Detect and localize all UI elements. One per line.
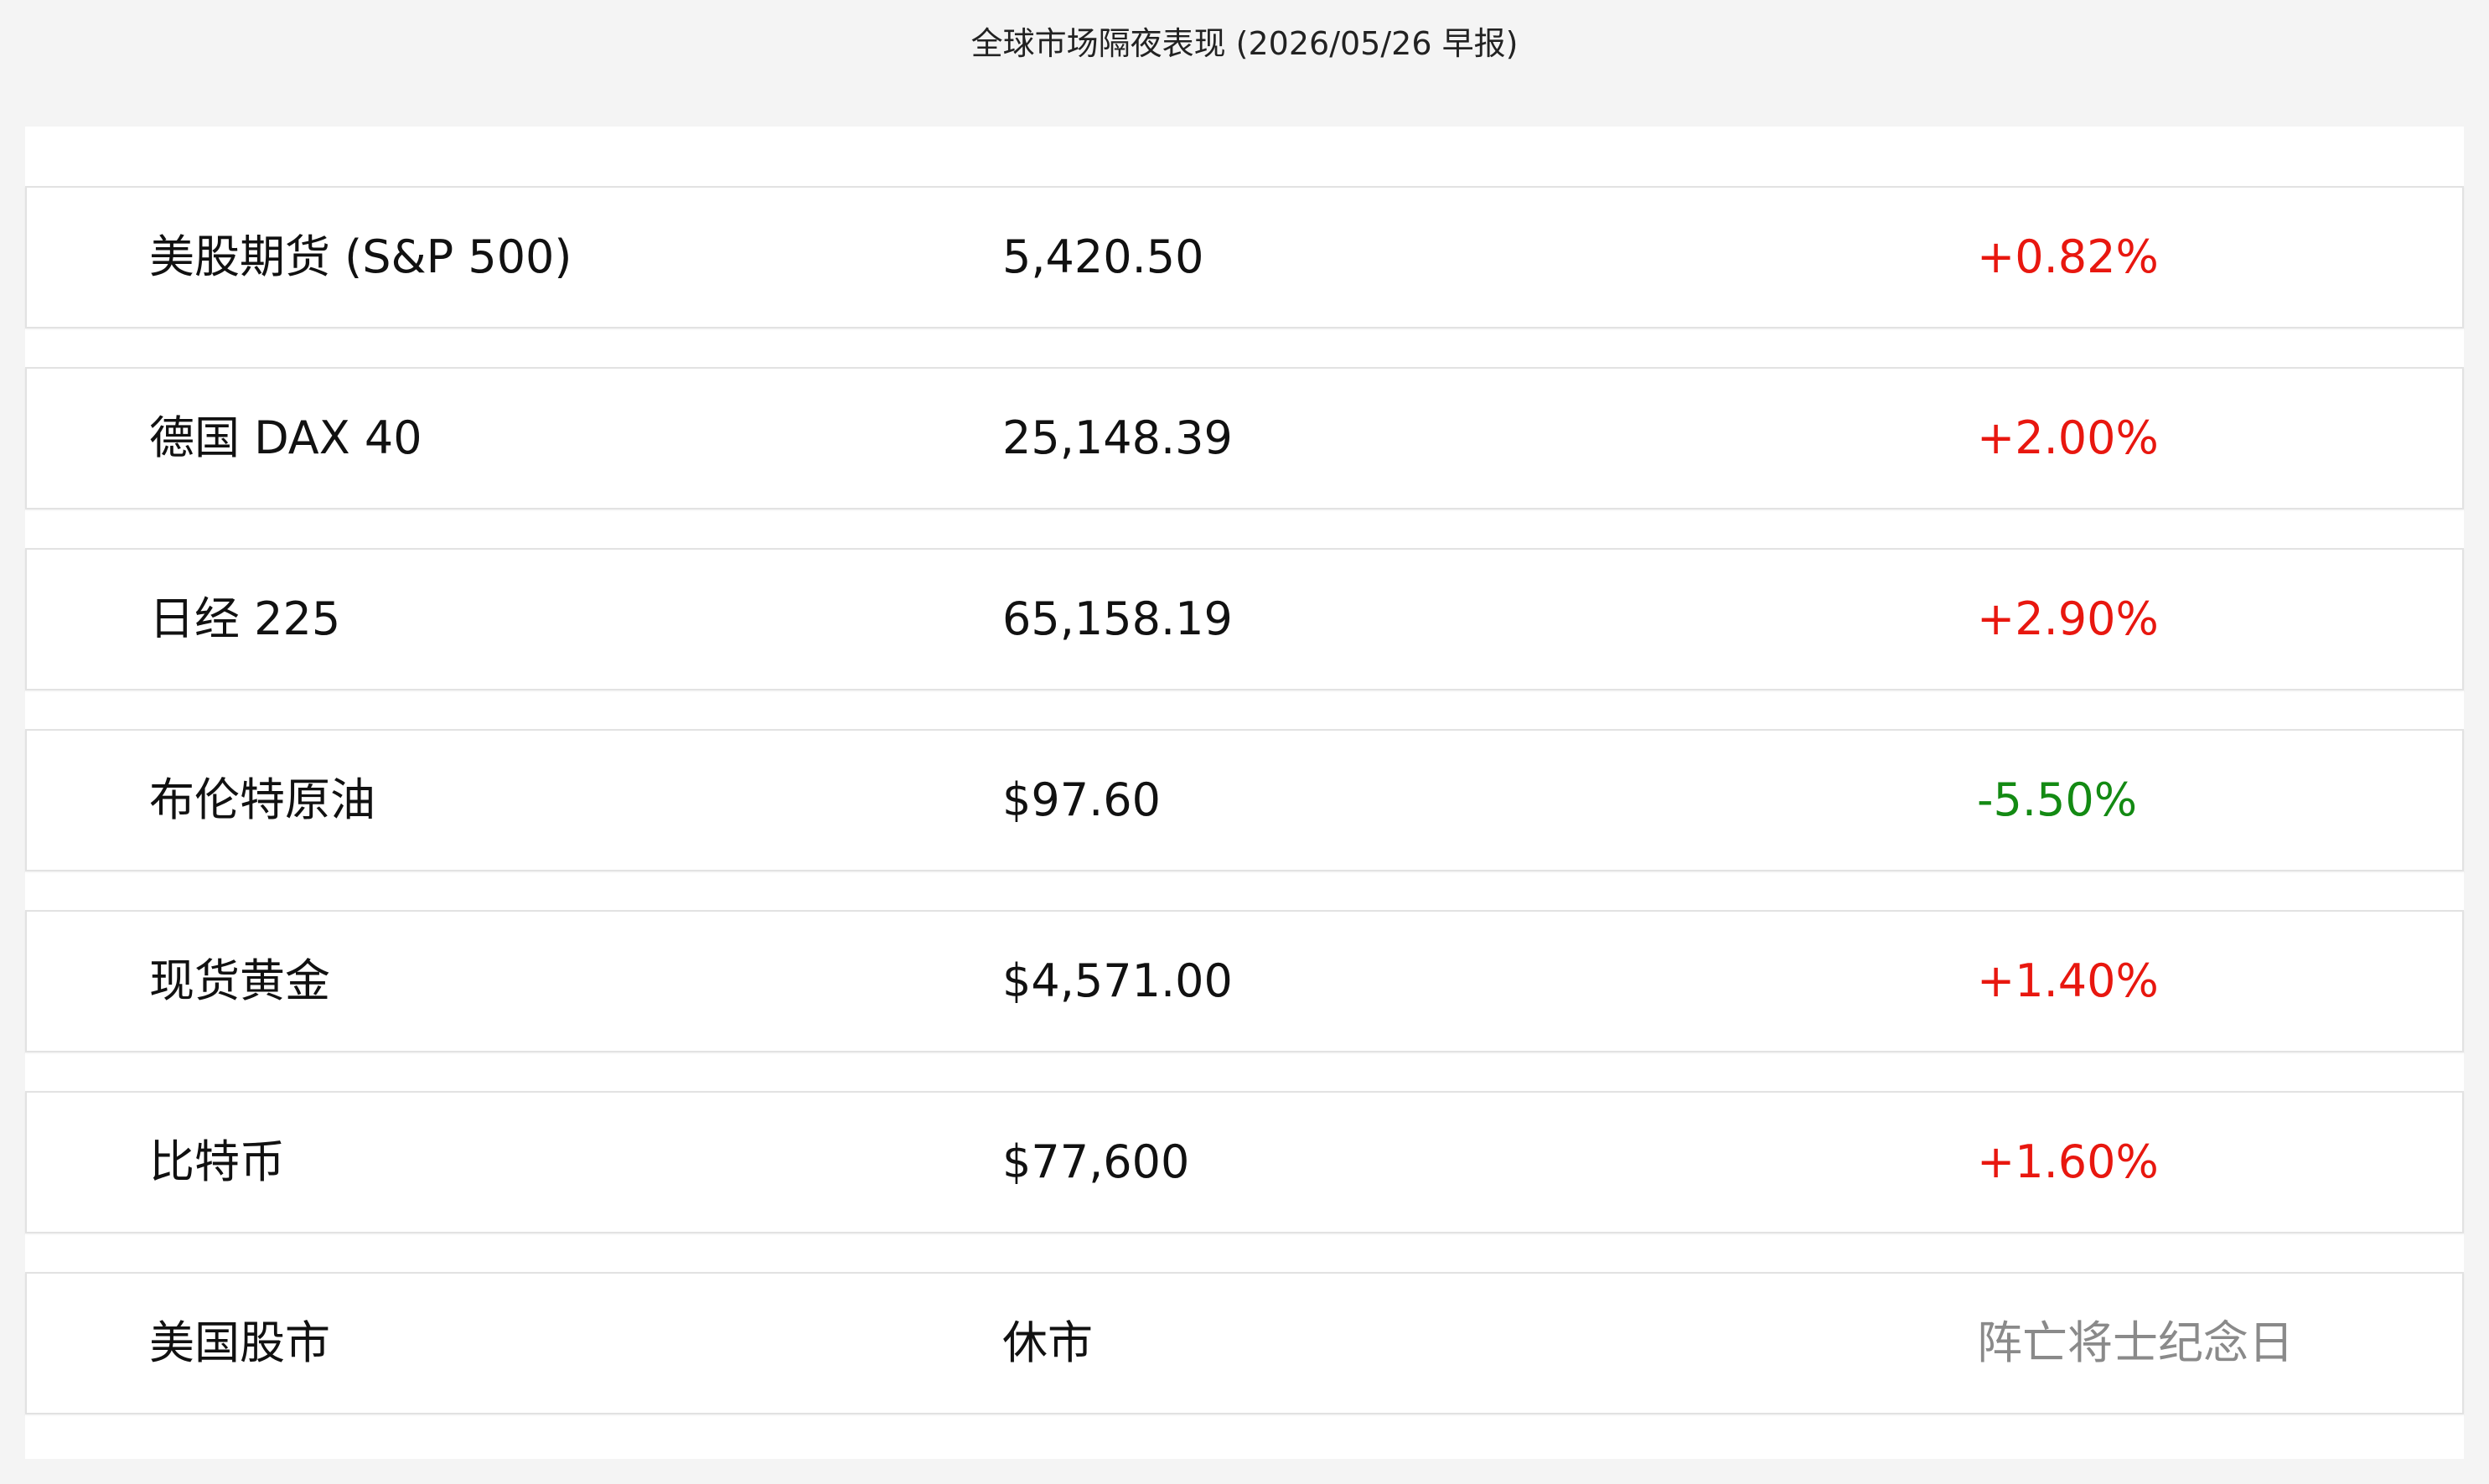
market-change: +2.90% (1977, 592, 2159, 645)
market-change: 阵亡将士纪念日 (1977, 1316, 2294, 1369)
market-name: 美股期货 (S&P 500) (149, 230, 572, 283)
table-row: 日经 225 65,158.19 +2.90% (25, 548, 2464, 690)
table-row: 德国 DAX 40 25,148.39 +2.00% (25, 367, 2464, 509)
table-row: 比特币 $77,600 +1.60% (25, 1091, 2464, 1233)
market-name: 日经 225 (149, 592, 341, 645)
market-change: +0.82% (1977, 230, 2159, 283)
market-name: 美国股市 (149, 1316, 330, 1369)
table-row: 布伦特原油 $97.60 -5.50% (25, 729, 2464, 871)
page-title: 全球市场隔夜表现 (2026/05/26 早报) (970, 25, 1519, 62)
market-name: 德国 DAX 40 (149, 411, 422, 464)
market-change: -5.50% (1977, 773, 2138, 826)
market-value: 休市 (1002, 1316, 1093, 1369)
market-value: $97.60 (1002, 773, 1161, 826)
market-name: 比特币 (149, 1135, 285, 1188)
market-table: 美股期货 (S&P 500) 5,420.50 +0.82% 德国 DAX 40… (25, 127, 2464, 1459)
market-value: 25,148.39 (1002, 411, 1233, 464)
market-value: $77,600 (1002, 1135, 1190, 1188)
market-value: 65,158.19 (1002, 592, 1233, 645)
market-name: 现货黄金 (149, 954, 330, 1007)
market-change: +2.00% (1977, 411, 2159, 464)
market-change: +1.60% (1977, 1135, 2159, 1188)
market-name: 布伦特原油 (149, 773, 375, 826)
market-value: 5,420.50 (1002, 230, 1204, 283)
table-row: 美股期货 (S&P 500) 5,420.50 +0.82% (25, 186, 2464, 328)
table-row: 现货黄金 $4,571.00 +1.40% (25, 910, 2464, 1052)
market-rows: 美股期货 (S&P 500) 5,420.50 +0.82% 德国 DAX 40… (25, 186, 2464, 1453)
market-value: $4,571.00 (1002, 954, 1233, 1007)
market-change: +1.40% (1977, 954, 2159, 1007)
table-row: 美国股市 休市 阵亡将士纪念日 (25, 1272, 2464, 1414)
